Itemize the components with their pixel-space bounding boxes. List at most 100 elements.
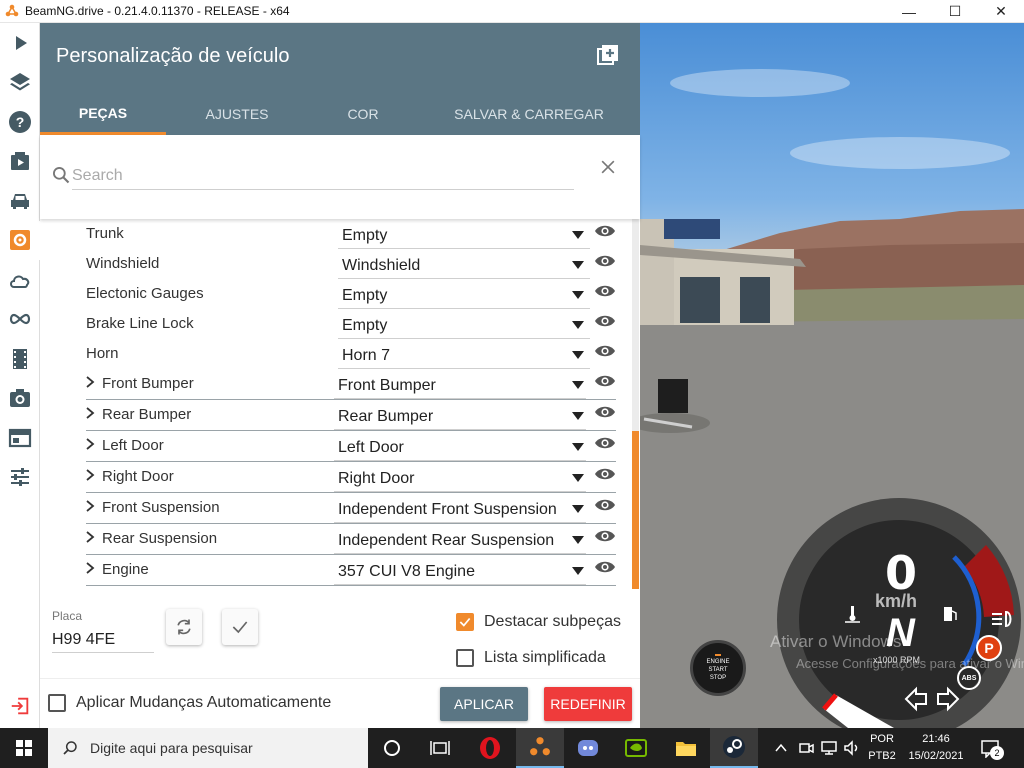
maximize-button[interactable]: ☐ (932, 0, 978, 23)
highlight-subparts-checkbox[interactable] (456, 613, 474, 631)
auto-apply-option[interactable]: Aplicar Mudanças Automaticamente (48, 694, 331, 712)
part-select[interactable]: Right Door (334, 464, 586, 492)
exit-button[interactable] (0, 688, 40, 724)
network-icon[interactable] (820, 740, 838, 756)
part-select[interactable]: Left Door (334, 433, 586, 461)
replay-button[interactable] (0, 339, 40, 379)
chevron-right-icon[interactable] (84, 529, 96, 545)
task-view-button[interactable] (416, 728, 464, 768)
eye-icon[interactable] (594, 373, 616, 389)
eye-icon[interactable] (594, 435, 616, 451)
highlight-subparts-option[interactable]: Destacar subpeças (456, 613, 621, 631)
part-select[interactable]: Independent Rear Suspension (334, 526, 586, 554)
dropdown-arrow-icon[interactable] (572, 412, 584, 420)
part-select[interactable]: Horn 7 (338, 341, 590, 369)
dropdown-arrow-icon[interactable] (572, 443, 584, 451)
beamng-taskbar-button[interactable] (516, 728, 564, 768)
chevron-right-icon[interactable] (84, 436, 96, 452)
eye-icon[interactable] (594, 313, 616, 329)
auto-apply-checkbox[interactable] (48, 694, 66, 712)
close-icon[interactable] (598, 157, 618, 177)
part-row[interactable]: Trunk Empty (40, 219, 620, 249)
part-select[interactable]: Empty (338, 311, 590, 339)
notification-center-button[interactable]: 2 (980, 736, 1008, 760)
dropdown-arrow-icon[interactable] (572, 291, 584, 299)
play-button[interactable] (0, 23, 40, 63)
clock-time[interactable]: 21:46 (902, 733, 970, 745)
dropdown-arrow-icon[interactable] (572, 505, 584, 513)
part-row[interactable]: Front Suspension Independent Front Suspen… (40, 493, 620, 524)
dropdown-arrow-icon[interactable] (572, 381, 584, 389)
vehicles-button[interactable] (0, 181, 40, 221)
simple-list-checkbox[interactable] (456, 649, 474, 667)
eye-icon[interactable] (594, 404, 616, 420)
steam-taskbar-button[interactable] (710, 728, 758, 768)
parts-scrollbar[interactable] (632, 219, 639, 589)
minimize-button[interactable]: — (886, 0, 932, 23)
part-select[interactable]: Empty (338, 281, 590, 309)
part-row[interactable]: Electonic Gauges Empty (40, 279, 620, 309)
environment-button[interactable] (0, 260, 40, 300)
dropdown-arrow-icon[interactable] (572, 474, 584, 482)
part-select[interactable]: Empty (338, 221, 590, 249)
scrollbar-thumb[interactable] (632, 431, 639, 589)
license-plate-input[interactable] (52, 627, 154, 653)
part-row[interactable]: Engine 357 CUI V8 Engine (40, 555, 620, 586)
eye-icon[interactable] (594, 528, 616, 544)
part-row[interactable]: Left Door Left Door (40, 431, 620, 462)
loop-button[interactable] (0, 300, 40, 340)
part-row[interactable]: Horn Horn 7 (40, 339, 620, 369)
options-button[interactable] (0, 458, 40, 498)
part-row[interactable]: Rear Suspension Independent Rear Suspensi… (40, 524, 620, 555)
tab-ajustes[interactable]: AJUSTES (166, 93, 308, 135)
vehicle-config-button[interactable] (0, 220, 40, 260)
part-select[interactable]: 357 CUI V8 Engine (334, 557, 586, 585)
help-button[interactable]: ? (0, 102, 40, 142)
eye-icon[interactable] (594, 253, 616, 269)
close-window-button[interactable]: ✕ (978, 0, 1024, 23)
layers-button[interactable] (0, 63, 40, 103)
eye-icon[interactable] (594, 559, 616, 575)
tab-salvar-carregar[interactable]: SALVAR & CARREGAR (418, 93, 640, 135)
randomize-plate-button[interactable] (166, 609, 202, 645)
dropdown-arrow-icon[interactable] (572, 231, 584, 239)
reset-button[interactable]: REDEFINIR (544, 687, 632, 721)
part-row[interactable]: Front Bumper Front Bumper (40, 369, 620, 400)
eye-icon[interactable] (594, 497, 616, 513)
dropdown-arrow-icon[interactable] (572, 321, 584, 329)
ui-apps-button[interactable] (0, 418, 40, 458)
game-viewport[interactable]: 0 km/h N x1000 RPM 12345678 ENGINE START… (640, 23, 1024, 728)
add-copy-icon[interactable] (596, 43, 620, 67)
chevron-up-icon[interactable] (774, 742, 788, 754)
volume-icon[interactable] (843, 740, 861, 756)
language-indicator[interactable]: POR (866, 733, 898, 745)
start-button[interactable] (0, 728, 48, 768)
clock-date[interactable]: 15/02/2021 (902, 750, 970, 762)
part-row[interactable]: Right Door Right Door (40, 462, 620, 493)
chevron-right-icon[interactable] (84, 374, 96, 390)
dropdown-arrow-icon[interactable] (572, 261, 584, 269)
simple-list-option[interactable]: Lista simplificada (456, 649, 606, 667)
part-row[interactable]: Windshield Windshield (40, 249, 620, 279)
photo-mode-button[interactable] (0, 379, 40, 419)
part-select[interactable]: Rear Bumper (334, 402, 586, 430)
eye-icon[interactable] (594, 223, 616, 239)
file-explorer-taskbar-button[interactable] (662, 728, 710, 768)
meet-now-icon[interactable] (798, 740, 814, 756)
apply-button[interactable]: APLICAR (440, 687, 528, 721)
scenarios-button[interactable] (0, 142, 40, 182)
tab-pecas[interactable]: PEÇAS (40, 93, 166, 135)
apply-plate-button[interactable] (222, 609, 258, 645)
chevron-right-icon[interactable] (84, 560, 96, 576)
engine-start-stop-button[interactable]: ENGINE START STOP (690, 640, 746, 696)
opera-taskbar-button[interactable] (466, 728, 514, 768)
part-select[interactable]: Front Bumper (334, 371, 586, 399)
chevron-right-icon[interactable] (84, 498, 96, 514)
part-row[interactable]: Brake Line Lock Empty (40, 309, 620, 339)
part-select[interactable]: Independent Front Suspension (334, 495, 586, 523)
nvidia-taskbar-button[interactable] (612, 728, 660, 768)
eye-icon[interactable] (594, 343, 616, 359)
eye-icon[interactable] (594, 283, 616, 299)
dropdown-arrow-icon[interactable] (572, 567, 584, 575)
chevron-right-icon[interactable] (84, 467, 96, 483)
